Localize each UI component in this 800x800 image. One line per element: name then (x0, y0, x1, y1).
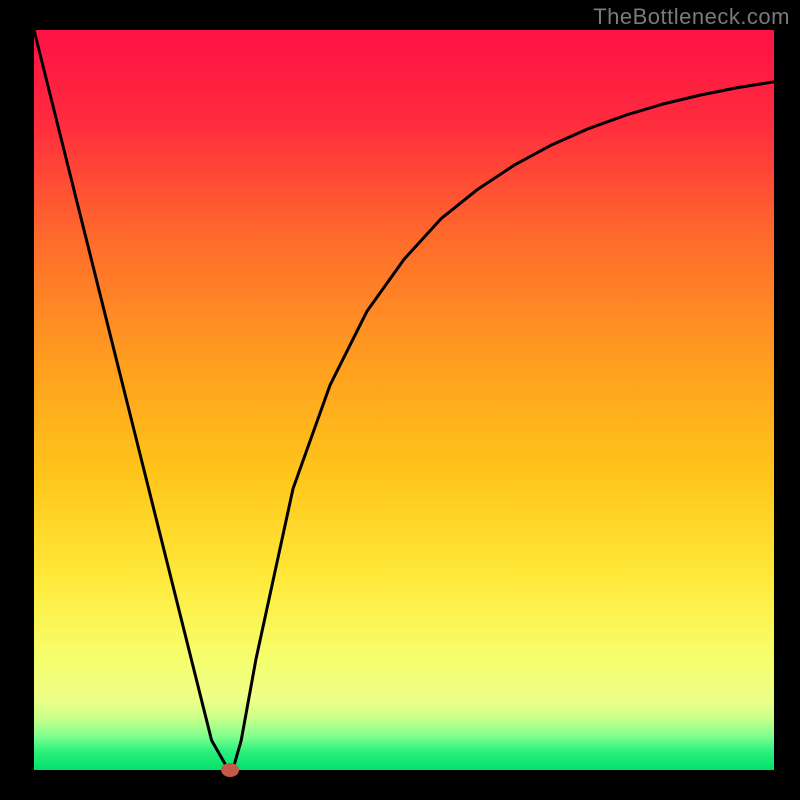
plot-background (34, 30, 774, 770)
bottleneck-chart: TheBottleneck.com (0, 0, 800, 800)
watermark-text: TheBottleneck.com (593, 4, 790, 30)
chart-svg (0, 0, 800, 800)
optimal-point-marker (221, 763, 239, 777)
